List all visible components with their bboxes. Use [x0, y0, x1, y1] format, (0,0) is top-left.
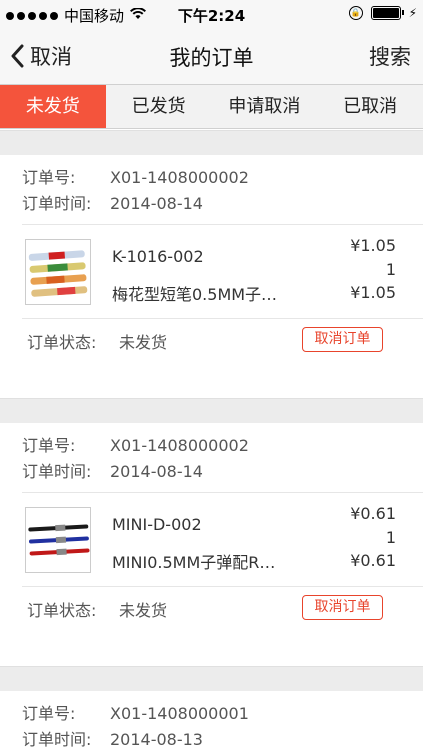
order-time-label: 订单时间: [22, 730, 92, 749]
order-card[interactable]: 订单号: X01-1408000002 订单时间: 2014-08-14 MINI-… [0, 423, 423, 666]
order-time-value: 2014-08-13 [110, 730, 203, 749]
tab-shipped[interactable]: 已发货 [106, 85, 212, 128]
product-name: MINI0.5MM子弹配R… [112, 553, 276, 572]
order-tabs: 未发货 已发货 申请取消 已取消 [0, 84, 423, 129]
order-status-row: 订单状态: 未发货 取消订单 [22, 586, 423, 666]
unit-price: ¥1.05 [350, 236, 396, 255]
order-no-label: 订单号: [22, 168, 76, 187]
charging-icon: ⚡ [408, 6, 417, 20]
order-status-row: 订单状态: 未发货 取消订单 [22, 318, 423, 398]
product-code: K-1016-002 [112, 247, 204, 266]
product-thumbnail [25, 507, 91, 573]
line-total: ¥0.61 [350, 551, 396, 570]
product-name: 梅花型短笔0.5MM子… [112, 285, 278, 304]
battery-icon [370, 6, 404, 20]
order-meta: 订单号: X01-1408000002 订单时间: 2014-08-14 [22, 155, 423, 224]
tab-cancel-requested[interactable]: 申请取消 [212, 85, 318, 128]
section-gap [0, 666, 423, 691]
order-meta: 订单号: X01-1408000002 订单时间: 2014-08-14 [22, 423, 423, 492]
order-no-value: X01-1408000002 [110, 436, 249, 455]
cancel-order-button[interactable]: 取消订单 [302, 327, 383, 352]
order-no-label: 订单号: [22, 436, 76, 455]
cancel-order-button[interactable]: 取消订单 [302, 595, 383, 620]
search-button[interactable]: 搜索 [369, 41, 411, 71]
order-list: 订单号: X01-1408000002 订单时间: 2014-08-14 K-101… [0, 130, 423, 750]
order-card[interactable]: 订单号: X01-1408000002 订单时间: 2014-08-14 K-101… [0, 155, 423, 398]
tab-not-shipped[interactable]: 未发货 [0, 85, 106, 128]
quantity: 1 [385, 528, 396, 547]
order-time-value: 2014-08-14 [110, 462, 203, 481]
rotation-lock-icon: 🔒 [348, 6, 363, 20]
order-status-value: 未发货 [119, 333, 168, 352]
unit-price: ¥0.61 [350, 504, 396, 523]
order-time-value: 2014-08-14 [110, 194, 203, 213]
section-gap [0, 398, 423, 423]
order-status-label: 订单状态: [27, 333, 97, 352]
section-gap [0, 130, 423, 155]
order-item[interactable]: MINI-D-002 MINI0.5MM子弹配R… ¥0.61 1 ¥0.61 [22, 492, 423, 586]
quantity: 1 [385, 260, 396, 279]
order-no-label: 订单号: [22, 704, 76, 723]
order-item[interactable]: K-1016-002 梅花型短笔0.5MM子… ¥1.05 1 ¥1.05 [22, 224, 423, 318]
order-card[interactable]: 订单号: X01-1408000001 订单时间: 2014-08-13 [0, 691, 423, 750]
order-status-value: 未发货 [119, 601, 168, 620]
navigation-bar: 取消 我的订单 搜索 [0, 28, 423, 84]
product-thumbnail [25, 239, 91, 305]
order-no-value: X01-1408000002 [110, 168, 249, 187]
product-code: MINI-D-002 [112, 515, 202, 534]
status-right: 🔒 ⚡ [348, 6, 417, 20]
line-total: ¥1.05 [350, 283, 396, 302]
order-meta: 订单号: X01-1408000001 订单时间: 2014-08-13 [22, 691, 423, 750]
tab-cancelled[interactable]: 已取消 [317, 85, 423, 128]
order-status-label: 订单状态: [27, 601, 97, 620]
order-no-value: X01-1408000001 [110, 704, 249, 723]
order-time-label: 订单时间: [22, 462, 92, 481]
order-time-label: 订单时间: [22, 194, 92, 213]
status-bar: 中国移动 下午2:24 🔒 ⚡ [0, 0, 423, 28]
page-title: 我的订单 [169, 46, 254, 70]
